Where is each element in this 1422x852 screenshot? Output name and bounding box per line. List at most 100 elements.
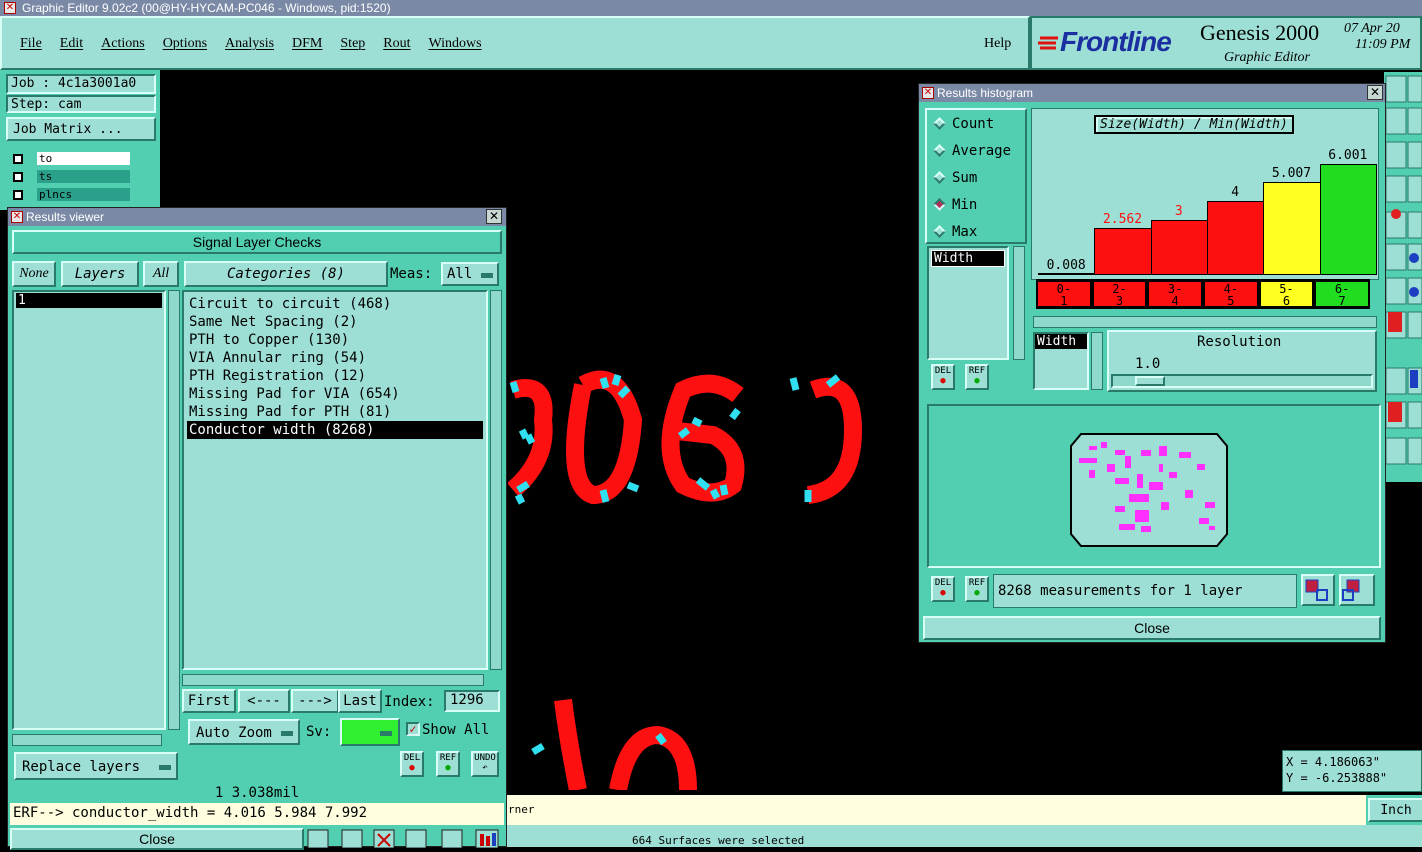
mode-radio-sum[interactable]: Sum xyxy=(927,164,1025,191)
layer-checkbox[interactable] xyxy=(13,153,23,164)
auto-zoom-select[interactable]: Auto Zoom xyxy=(188,719,300,745)
resolution-label: Resolution xyxy=(1197,334,1282,350)
menu-step[interactable]: Step xyxy=(340,36,365,52)
histogram-category-cell[interactable]: 0- 1 xyxy=(1037,281,1091,307)
window-menu-icon[interactable]: ✕ xyxy=(11,211,23,223)
measurement-readout: 1 3.038mil xyxy=(10,784,504,802)
coords-panel: X = 4.186063" Y = -6.253888" xyxy=(1282,750,1422,792)
delete-button[interactable]: DEL ● xyxy=(400,751,424,777)
window-menu-icon[interactable]: ✕ xyxy=(922,87,934,99)
mode-radio-count[interactable]: Count xyxy=(927,110,1025,137)
undo-button[interactable]: UNDO ↶ xyxy=(471,751,499,777)
menu-options[interactable]: Options xyxy=(163,36,207,52)
histogram-category-cell[interactable]: 6- 7 xyxy=(1315,281,1369,307)
histogram-bar[interactable] xyxy=(1207,201,1265,275)
menu-dfm[interactable]: DFM xyxy=(292,36,322,52)
job-name: Job : 4c1a3001a0 xyxy=(6,74,156,94)
job-matrix-button[interactable]: Job Matrix ... xyxy=(6,117,156,141)
sv-color-select[interactable] xyxy=(340,718,400,746)
close-icon[interactable]: ✕ xyxy=(1367,85,1383,100)
mode-panel: Count Average Sum Min Max xyxy=(925,108,1027,244)
category-item[interactable]: Same Net Spacing (2) xyxy=(187,313,483,331)
histogram-bar[interactable] xyxy=(1094,228,1152,275)
layer-list-hscroll[interactable] xyxy=(12,734,162,746)
mode-radio-max[interactable]: Max xyxy=(927,218,1025,245)
resolution-slider[interactable] xyxy=(1111,374,1373,388)
prev-button[interactable]: <--- xyxy=(238,689,290,713)
category-item[interactable]: Circuit to circuit (468) xyxy=(187,295,483,313)
layer-row[interactable]: to xyxy=(10,150,130,167)
none-button[interactable]: None xyxy=(12,261,56,287)
histogram-bar[interactable] xyxy=(1263,182,1321,275)
selection-status-bar: 664 Surfaces were selected xyxy=(506,825,1422,847)
next-button[interactable]: ---> xyxy=(291,689,339,713)
category-list-vscroll[interactable] xyxy=(490,290,502,670)
show-all-checkbox[interactable]: ✓ xyxy=(406,722,420,736)
mode-radio-min[interactable]: Min xyxy=(927,191,1025,218)
histogram-close-button[interactable]: Close xyxy=(923,616,1381,640)
meas-select[interactable]: All xyxy=(441,262,499,286)
category-item[interactable]: PTH to Copper (130) xyxy=(187,331,483,349)
category-list-hscroll[interactable] xyxy=(182,674,484,686)
category-item[interactable]: Conductor width (8268) xyxy=(187,421,483,439)
category-item[interactable]: VIA Annular ring (54) xyxy=(187,349,483,367)
menu-rout[interactable]: Rout xyxy=(383,36,410,52)
menu-actions[interactable]: Actions xyxy=(101,36,145,52)
histogram-category-cell[interactable]: 4- 5 xyxy=(1204,281,1258,307)
histogram-category-cell[interactable]: 3- 4 xyxy=(1148,281,1202,307)
radio-diamond-icon xyxy=(933,171,946,184)
category-item[interactable]: Missing Pad for VIA (654) xyxy=(187,385,483,403)
attribute-item[interactable]: Width xyxy=(931,250,1005,267)
menu-file[interactable]: File xyxy=(20,36,42,52)
histogram-hscroll[interactable] xyxy=(1033,316,1377,328)
index-input[interactable]: 1296 xyxy=(444,690,500,712)
close-icon[interactable]: ✕ xyxy=(486,209,502,224)
width-attr-item: Width xyxy=(1035,334,1087,349)
menu-analysis[interactable]: Analysis xyxy=(225,36,274,52)
all-layers-button[interactable]: All xyxy=(143,261,179,287)
first-button[interactable]: First xyxy=(182,689,236,713)
histogram-category-cell[interactable]: 5- 6 xyxy=(1259,281,1314,307)
last-button[interactable]: Last xyxy=(338,689,382,713)
units-area: Inch xyxy=(1366,795,1422,825)
mode-radio-average[interactable]: Average xyxy=(927,137,1025,164)
zoom-to-fit-icon[interactable] xyxy=(1301,574,1335,606)
menu-windows[interactable]: Windows xyxy=(429,36,482,52)
histogram-reference-button[interactable]: REF ● xyxy=(965,364,989,390)
width-attr-vscroll[interactable] xyxy=(1091,332,1103,390)
mode-label: Max xyxy=(952,223,978,240)
units-button[interactable]: Inch xyxy=(1368,798,1422,822)
category-item[interactable]: Missing Pad for PTH (81) xyxy=(187,403,483,421)
viewer-tool-icons xyxy=(306,828,506,849)
status-reference-button[interactable]: REF ● xyxy=(965,576,989,602)
categories-button[interactable]: Categories (8) xyxy=(184,261,388,287)
status-delete-button[interactable]: DEL ● xyxy=(931,576,955,602)
layer-result-list[interactable]: 1 xyxy=(12,290,166,730)
replace-layers-select[interactable]: Replace layers xyxy=(14,752,178,780)
resolution-slider-handle[interactable] xyxy=(1135,376,1165,386)
window-title: Graphic Editor 9.02c2 (00@HY-HYCAM-PC046… xyxy=(22,1,391,15)
help-menu[interactable]: Help xyxy=(984,36,1011,52)
layer-checkbox[interactable] xyxy=(13,171,23,182)
layers-button[interactable]: Layers xyxy=(61,261,139,287)
attribute-list[interactable]: Width xyxy=(927,246,1009,360)
attribute-list-vscroll[interactable] xyxy=(1013,246,1025,360)
menu-edit[interactable]: Edit xyxy=(60,36,83,52)
layer-result-item[interactable]: 1 xyxy=(16,293,162,308)
histogram-bar[interactable] xyxy=(1319,164,1377,275)
results-viewer-title: Results viewer xyxy=(26,210,105,224)
graphic-canvas[interactable] xyxy=(506,360,918,792)
layer-row[interactable]: plncs xyxy=(10,186,130,203)
layer-row[interactable]: ts xyxy=(10,168,130,185)
zoom-to-selection-icon[interactable] xyxy=(1339,574,1375,606)
histogram-category-cell[interactable]: 2- 3 xyxy=(1092,281,1147,307)
histogram-bar[interactable] xyxy=(1150,220,1208,275)
width-attr-box[interactable]: Width xyxy=(1033,332,1089,390)
histogram-delete-button[interactable]: DEL ● xyxy=(931,364,955,390)
category-list[interactable]: Circuit to circuit (468) Same Net Spacing… xyxy=(182,290,488,670)
category-item[interactable]: PTH Registration (12) xyxy=(187,367,483,385)
layer-list-vscroll[interactable] xyxy=(168,290,180,730)
histogram-bar[interactable] xyxy=(1038,273,1096,275)
layer-checkbox[interactable] xyxy=(13,189,23,200)
reference-button[interactable]: REF ● xyxy=(436,751,460,777)
